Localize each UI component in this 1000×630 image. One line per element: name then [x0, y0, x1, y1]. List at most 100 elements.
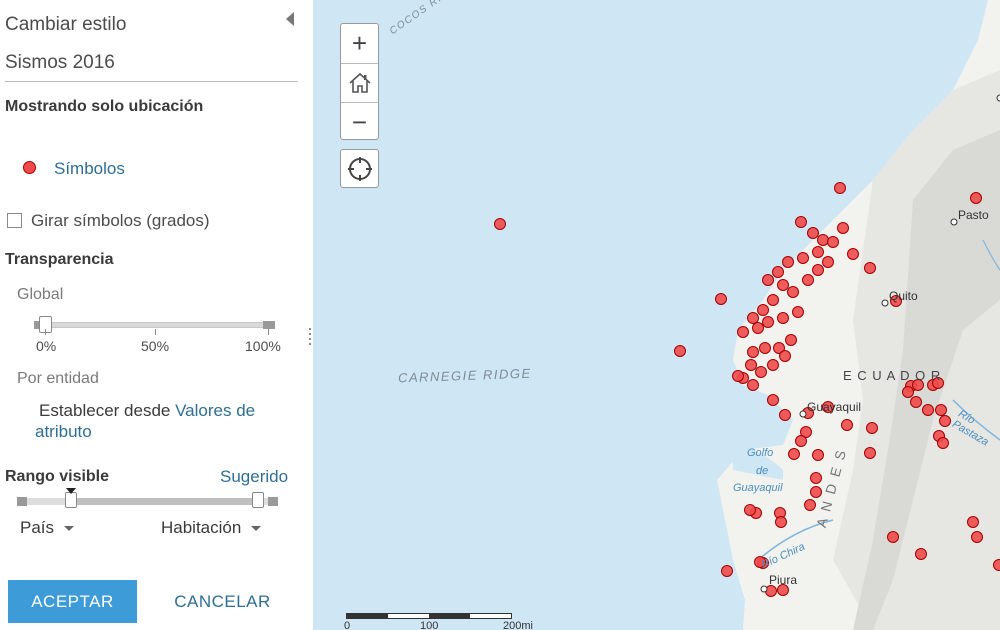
- earthquake-point[interactable]: [910, 396, 922, 408]
- earthquake-points-layer: [494, 94, 1000, 597]
- earthquake-point[interactable]: [715, 293, 727, 305]
- earthquake-point[interactable]: [935, 404, 947, 416]
- map-view[interactable]: COCOS RIDGE CARNEGIE RIDGE E C U A D O R…: [313, 0, 1000, 630]
- earthquake-point[interactable]: [762, 274, 774, 286]
- earthquake-point[interactable]: [939, 415, 951, 427]
- earthquake-point[interactable]: [841, 419, 853, 431]
- range-max-dropdown[interactable]: Habitación: [161, 518, 262, 538]
- earthquake-point[interactable]: [787, 286, 799, 298]
- earthquake-point[interactable]: [752, 322, 764, 334]
- earthquake-point[interactable]: [721, 565, 733, 577]
- earthquake-point[interactable]: [817, 234, 829, 246]
- earthquake-point[interactable]: [971, 531, 983, 543]
- earthquake-point[interactable]: [767, 394, 779, 406]
- divider: [5, 81, 298, 82]
- earthquake-point[interactable]: [866, 422, 878, 434]
- rotate-symbols-checkbox[interactable]: [7, 213, 22, 228]
- earthquake-point[interactable]: [777, 279, 789, 291]
- symbols-link[interactable]: Símbolos: [54, 159, 125, 179]
- earthquake-point[interactable]: [902, 386, 914, 398]
- earthquake-point[interactable]: [744, 504, 756, 516]
- earthquake-point[interactable]: [765, 585, 777, 597]
- earthquake-point[interactable]: [745, 359, 757, 371]
- earthquake-point[interactable]: [674, 345, 686, 357]
- earthquake-point[interactable]: [810, 472, 822, 484]
- earthquake-point[interactable]: [864, 262, 876, 274]
- earthquake-point[interactable]: [777, 312, 789, 324]
- style-panel: Cambiar estilo Sismos 2016 Mostrando sol…: [0, 0, 308, 630]
- earthquake-point[interactable]: [967, 516, 979, 528]
- scale-label-0: 0: [344, 620, 351, 630]
- earthquake-point[interactable]: [864, 447, 876, 459]
- city-marker: [760, 585, 768, 593]
- earthquake-point[interactable]: [737, 326, 749, 338]
- earthquake-point[interactable]: [812, 246, 824, 258]
- earthquake-point[interactable]: [812, 449, 824, 461]
- scale-bar: [346, 613, 512, 619]
- accept-button[interactable]: ACEPTAR: [8, 580, 137, 623]
- quito-label: Quito: [889, 289, 918, 303]
- earthquake-point[interactable]: [922, 404, 934, 416]
- earthquake-point[interactable]: [759, 342, 771, 354]
- earthquake-point[interactable]: [757, 304, 769, 316]
- earthquake-point[interactable]: [788, 448, 800, 460]
- earthquake-point[interactable]: [747, 312, 759, 324]
- rotate-symbols-label: Girar símbolos (grados): [31, 211, 210, 230]
- suggested-link[interactable]: Sugerido: [220, 467, 288, 487]
- ecuador-label: E C U A D O R: [843, 368, 942, 383]
- earthquake-point[interactable]: [827, 236, 839, 248]
- earthquake-point[interactable]: [747, 346, 759, 358]
- earthquake-point[interactable]: [779, 350, 791, 362]
- gulf-label-2: de: [756, 465, 769, 477]
- range-min-handle[interactable]: [65, 492, 77, 508]
- range-min-dropdown[interactable]: País: [20, 518, 75, 538]
- earthquake-point[interactable]: [970, 192, 982, 204]
- range-min-value: País: [20, 518, 55, 537]
- earthquake-point[interactable]: [782, 256, 794, 268]
- city-marker: [799, 410, 807, 418]
- earthquake-point[interactable]: [767, 294, 779, 306]
- chevron-down-icon: [251, 526, 262, 532]
- earthquake-point[interactable]: [993, 559, 1000, 571]
- zoom-out-button[interactable]: −: [341, 102, 378, 141]
- earthquake-point[interactable]: [887, 531, 899, 543]
- home-button[interactable]: [341, 63, 378, 102]
- earthquake-point[interactable]: [779, 409, 791, 421]
- earthquake-point[interactable]: [494, 218, 506, 230]
- zoom-in-button[interactable]: +: [341, 24, 378, 63]
- earthquake-point[interactable]: [747, 379, 759, 391]
- slider-tick: [155, 329, 156, 335]
- panel-resize-handle[interactable]: [308, 328, 312, 350]
- earthquake-point[interactable]: [797, 252, 809, 264]
- earthquake-point[interactable]: [804, 499, 816, 511]
- earthquake-point[interactable]: [762, 316, 774, 328]
- earthquake-point[interactable]: [775, 516, 787, 528]
- range-end-right: [268, 497, 278, 506]
- earthquake-point[interactable]: [795, 435, 807, 447]
- attribute-values-link[interactable]: Valores de: [175, 401, 255, 420]
- locate-button[interactable]: [340, 149, 379, 188]
- earthquake-point[interactable]: [767, 359, 779, 371]
- collapse-panel-icon[interactable]: [286, 12, 294, 26]
- earthquake-point[interactable]: [847, 248, 859, 260]
- cancel-button[interactable]: CANCELAR: [158, 580, 287, 623]
- earthquake-point[interactable]: [812, 264, 824, 276]
- earthquake-point[interactable]: [937, 437, 949, 449]
- earthquake-point[interactable]: [822, 256, 834, 268]
- earthquake-point[interactable]: [732, 370, 744, 382]
- earthquake-point[interactable]: [795, 216, 807, 228]
- earthquake-point[interactable]: [807, 227, 819, 239]
- range-max-handle[interactable]: [252, 492, 264, 508]
- earthquake-point[interactable]: [915, 548, 927, 560]
- current-scale-marker-icon: [66, 488, 76, 494]
- symbol-swatch-icon[interactable]: [23, 161, 36, 174]
- earthquake-point[interactable]: [834, 182, 846, 194]
- earthquake-point[interactable]: [802, 274, 814, 286]
- transparency-slider[interactable]: [34, 322, 275, 328]
- earthquake-point[interactable]: [785, 334, 797, 346]
- attribute-values-link-2[interactable]: atributo: [35, 422, 92, 442]
- earthquake-point[interactable]: [772, 266, 784, 278]
- earthquake-point[interactable]: [837, 222, 849, 234]
- earthquake-point[interactable]: [755, 366, 767, 378]
- earthquake-point[interactable]: [792, 306, 804, 318]
